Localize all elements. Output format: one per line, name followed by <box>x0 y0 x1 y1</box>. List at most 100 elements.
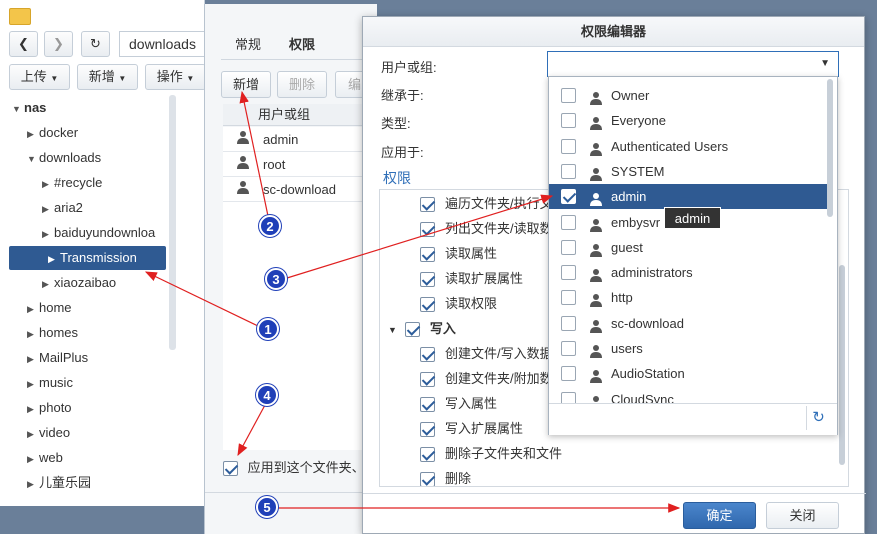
chevron-down-icon[interactable]: ▼ <box>12 97 24 121</box>
dropdown-item-checkbox[interactable] <box>561 366 576 382</box>
tree-item[interactable]: ▶ music <box>0 371 165 395</box>
dropdown-item-checkbox[interactable] <box>561 341 576 356</box>
chevron-right-icon[interactable]: ▶ <box>42 272 54 296</box>
chevron-right-icon[interactable]: ▶ <box>42 222 54 246</box>
chevron-right-icon[interactable]: ▶ <box>27 372 39 396</box>
back-button[interactable]: ❮ <box>9 31 38 57</box>
permission-checkbox[interactable] <box>420 272 435 288</box>
refresh-list-button[interactable]: ↻ <box>806 406 830 430</box>
permission-checkbox[interactable] <box>420 397 435 413</box>
dropdown-item-checkbox[interactable] <box>561 239 576 255</box>
permission-checkbox[interactable] <box>420 422 435 438</box>
dropdown-item-checkbox[interactable] <box>561 265 576 281</box>
dropdown-item-checkbox[interactable] <box>561 113 576 129</box>
chevron-right-icon[interactable]: ▶ <box>42 172 54 196</box>
chevron-right-icon[interactable]: ▶ <box>27 122 39 146</box>
apply-checkbox[interactable] <box>223 461 238 477</box>
close-button[interactable]: 关闭 <box>766 502 839 529</box>
permission-checkbox[interactable] <box>420 197 435 213</box>
delete-button[interactable]: 删除 <box>277 71 327 98</box>
permission-item[interactable]: 列出文件夹/读取数 <box>420 217 553 241</box>
dropdown-item-checkbox[interactable] <box>561 163 576 179</box>
dropdown-item-checkbox[interactable] <box>561 88 576 103</box>
permission-checkbox[interactable] <box>404 322 420 338</box>
permission-checkbox[interactable] <box>420 447 435 463</box>
tree-item[interactable]: ▼ nas <box>0 96 165 120</box>
user-group-select[interactable]: ▼ <box>547 51 839 77</box>
refresh-button[interactable]: ↻ <box>81 31 110 57</box>
tree-item[interactable]: ▶ xiaozaibao <box>0 271 165 295</box>
permission-item[interactable]: 删除 <box>420 467 471 486</box>
create-button[interactable]: 新增 ▼ <box>77 64 138 90</box>
add-button[interactable]: 新增 <box>221 71 271 98</box>
permission-checkbox[interactable] <box>420 347 435 363</box>
dropdown-item[interactable]: sc-download <box>549 311 831 336</box>
chevron-down-icon[interactable]: ▼ <box>27 147 39 171</box>
tree-item[interactable]: ▶ home <box>0 296 165 320</box>
permission-checkbox[interactable] <box>420 372 435 388</box>
permission-group[interactable]: ▼ 写入 <box>388 317 456 341</box>
tree-item[interactable]: ▶ baiduyundownloa <box>0 221 165 245</box>
tree-scrollbar[interactable] <box>169 95 176 350</box>
permission-item[interactable]: 删除子文件夹和文件 <box>420 442 562 466</box>
chevron-right-icon[interactable]: ▶ <box>27 322 39 346</box>
permission-item[interactable]: 写入扩展属性 <box>420 417 523 441</box>
tree-item[interactable]: ▶ web <box>0 446 165 470</box>
permission-checkbox[interactable] <box>420 472 435 486</box>
dropdown-item[interactable]: administrators <box>549 260 831 285</box>
tab-general[interactable]: 常规 <box>235 34 261 53</box>
apply-checkbox-row[interactable]: 应用到这个文件夹、子 <box>223 456 383 480</box>
tree-item[interactable]: ▶ Transmission <box>9 246 166 270</box>
dropdown-item[interactable]: Owner <box>549 83 831 108</box>
tree-item[interactable]: ▼ downloads <box>0 146 165 170</box>
permission-item[interactable]: 读取扩展属性 <box>420 267 523 291</box>
dropdown-item[interactable]: AudioStation <box>549 361 831 386</box>
chevron-right-icon[interactable]: ▶ <box>27 397 39 421</box>
permission-item[interactable]: 读取权限 <box>420 292 497 316</box>
tree-item[interactable]: ▶ photo <box>0 396 165 420</box>
user-row[interactable]: root <box>223 152 378 177</box>
tree-item[interactable]: ▶ 儿童乐园 <box>0 471 165 495</box>
permission-item[interactable]: 创建文件夹/附加数 <box>420 367 553 391</box>
permission-item[interactable]: 遍历文件夹/执行文 <box>420 192 553 216</box>
action-button[interactable]: 操作 ▼ <box>145 64 206 90</box>
tree-item[interactable]: ▶ video <box>0 421 165 445</box>
dropdown-item[interactable]: admin <box>549 184 831 210</box>
dropdown-item[interactable]: users <box>549 336 831 361</box>
upload-button[interactable]: 上传 ▼ <box>9 64 70 90</box>
tree-item[interactable]: ▶ MailPlus <box>0 346 165 370</box>
permission-checkbox[interactable] <box>420 222 435 238</box>
chevron-right-icon[interactable]: ▶ <box>27 347 39 371</box>
ok-button[interactable]: 确定 <box>683 502 756 529</box>
user-row[interactable]: admin <box>223 127 378 152</box>
chevron-right-icon[interactable]: ▶ <box>48 247 60 271</box>
dropdown-item[interactable]: guest <box>549 235 831 260</box>
permission-checkbox[interactable] <box>420 247 435 263</box>
forward-button[interactable]: ❯ <box>44 31 73 57</box>
permission-item[interactable]: 创建文件/写入数据 <box>420 342 553 366</box>
chevron-down-icon[interactable]: ▼ <box>388 325 397 335</box>
tab-permissions[interactable]: 权限 <box>289 34 315 53</box>
tree-item[interactable]: ▶ #recycle <box>0 171 165 195</box>
dropdown-scrollbar[interactable] <box>827 79 833 217</box>
address-bar[interactable]: downloads <box>119 31 205 57</box>
chevron-right-icon[interactable]: ▶ <box>42 197 54 221</box>
dropdown-item[interactable]: http <box>549 285 831 310</box>
dropdown-item-checkbox[interactable] <box>561 138 576 154</box>
chevron-right-icon[interactable]: ▶ <box>27 447 39 471</box>
permission-item[interactable]: 写入属性 <box>420 392 497 416</box>
dropdown-item-checkbox[interactable] <box>561 315 576 331</box>
tree-item[interactable]: ▶ aria2 <box>0 196 165 220</box>
dropdown-item[interactable]: Authenticated Users <box>549 134 831 159</box>
permission-scrollbar[interactable] <box>839 265 845 465</box>
chevron-right-icon[interactable]: ▶ <box>27 472 39 496</box>
tree-item[interactable]: ▶ docker <box>0 121 165 145</box>
dropdown-item[interactable]: Everyone <box>549 108 831 133</box>
dropdown-item[interactable]: SYSTEM <box>549 159 831 184</box>
chevron-right-icon[interactable]: ▶ <box>27 297 39 321</box>
dropdown-item-checkbox[interactable] <box>561 290 576 306</box>
dropdown-item-checkbox[interactable] <box>561 214 576 230</box>
dropdown-item-checkbox[interactable] <box>561 189 576 205</box>
tree-item[interactable]: ▶ homes <box>0 321 165 345</box>
user-row[interactable]: sc-download <box>223 177 378 202</box>
